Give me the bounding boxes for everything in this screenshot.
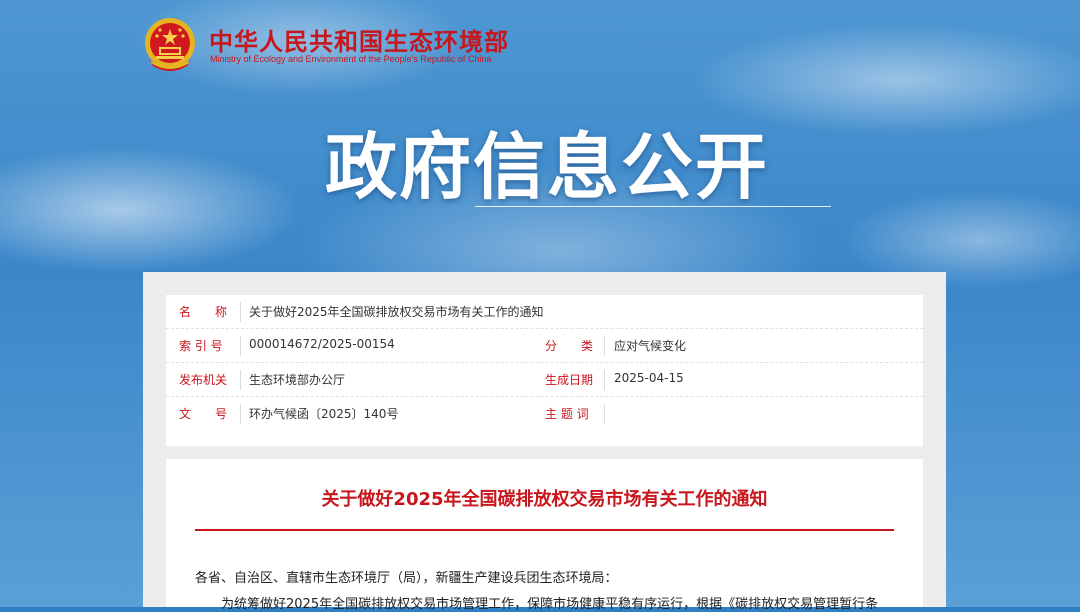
meta-divider — [240, 302, 241, 322]
meta-issuer-value: 生态环境部办公厅 — [249, 373, 346, 387]
meta-divider — [240, 336, 241, 356]
meta-index-label: 索 引 号 — [179, 339, 223, 353]
meta-keywords-label: 主 题 词 — [545, 407, 589, 421]
meta-row-index: 索 引 号 000014672/2025-00154 分 类 应对气候变化 — [166, 329, 923, 363]
meta-divider — [240, 404, 241, 424]
meta-divider — [240, 370, 241, 390]
hero-divider — [475, 206, 831, 207]
meta-name-label: 名 称 — [179, 305, 228, 319]
meta-index-value: 000014672/2025-00154 — [249, 337, 395, 351]
meta-docno-value: 环办气候函〔2025〕140号 — [249, 407, 399, 421]
meta-divider — [604, 404, 605, 424]
document-salutation: 各省、自治区、直辖市生态环境厅（局），新疆生产建设兵团生态环境局： — [195, 571, 618, 586]
document-paragraph: 为统筹做好2025年全国碳排放权交易市场管理工作，保障市场健康平稳有序运行，根据… — [221, 597, 879, 612]
meta-row-name: 名 称 关于做好2025年全国碳排放权交易市场有关工作的通知 — [166, 295, 923, 329]
meta-issuer-label: 发布机关 — [179, 373, 228, 387]
national-emblem-icon — [145, 18, 195, 71]
meta-divider — [604, 336, 605, 356]
ministry-name-cn[interactable]: 中华人民共和国生态环境部 — [209, 22, 509, 57]
meta-date-value: 2025-04-15 — [614, 371, 684, 385]
meta-date-label: 生成日期 — [545, 373, 594, 387]
content-panel: 名 称 关于做好2025年全国碳排放权交易市场有关工作的通知 索 引 号 000… — [143, 272, 946, 612]
hero-title: 政府信息公开 — [325, 125, 770, 209]
meta-row-docno: 文 号 环办气候函〔2025〕140号 主 题 词 — [166, 397, 923, 431]
metadata-table: 名 称 关于做好2025年全国碳排放权交易市场有关工作的通知 索 引 号 000… — [166, 295, 923, 446]
title-rule — [195, 529, 894, 531]
document-body: 关于做好2025年全国碳排放权交易市场有关工作的通知 各省、自治区、直辖市生态环… — [166, 459, 923, 612]
meta-category-value: 应对气候变化 — [614, 339, 687, 353]
ministry-name-en: Ministry of Ecology and Environment of t… — [210, 54, 492, 64]
document-title: 关于做好2025年全国碳排放权交易市场有关工作的通知 — [321, 489, 768, 510]
meta-row-issuer: 发布机关 生态环境部办公厅 生成日期 2025-04-15 — [166, 363, 923, 397]
meta-name-value: 关于做好2025年全国碳排放权交易市场有关工作的通知 — [249, 305, 544, 319]
meta-category-label: 分 类 — [545, 339, 594, 353]
meta-divider — [604, 370, 605, 390]
meta-docno-label: 文 号 — [179, 407, 228, 421]
